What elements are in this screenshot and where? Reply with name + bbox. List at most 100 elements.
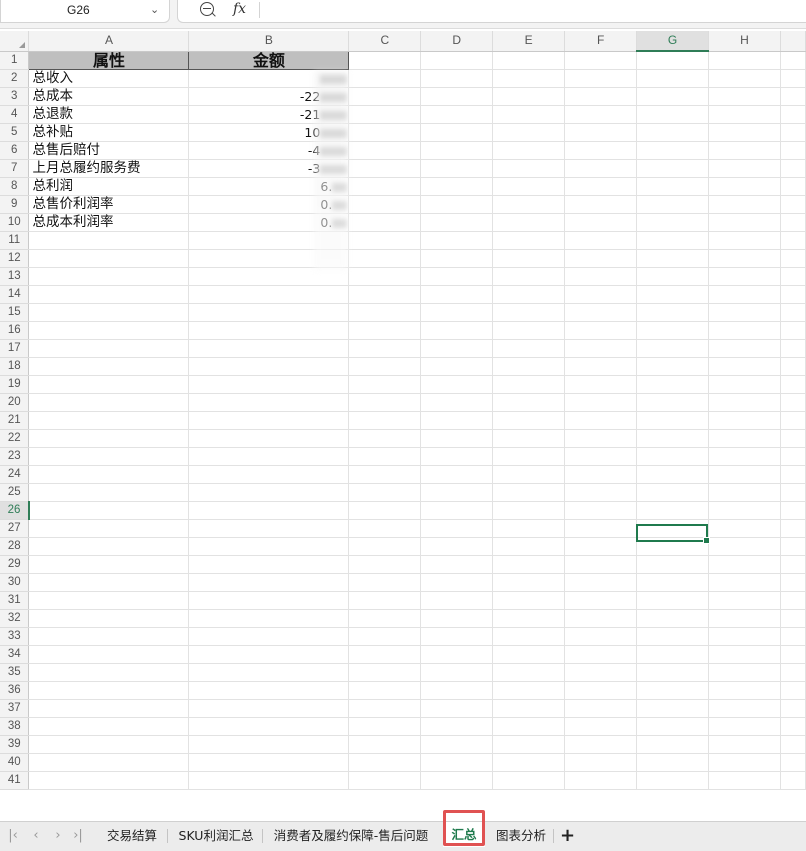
zoom-out-icon[interactable]: [200, 2, 214, 16]
row-header[interactable]: 29: [0, 555, 30, 574]
cell[interactable]: [492, 429, 566, 448]
row-header[interactable]: 19: [0, 375, 30, 394]
cell[interactable]: [492, 357, 566, 376]
cell[interactable]: [780, 537, 806, 556]
column-header-f[interactable]: F: [564, 31, 638, 52]
cell[interactable]: [188, 591, 350, 610]
cell[interactable]: [348, 231, 422, 250]
cell[interactable]: [564, 573, 638, 592]
cell[interactable]: [636, 141, 710, 160]
cell[interactable]: [28, 717, 190, 736]
cell[interactable]: [564, 51, 638, 70]
cell[interactable]: [564, 375, 638, 394]
cell[interactable]: [780, 321, 806, 340]
cell[interactable]: [708, 69, 781, 88]
cell[interactable]: [708, 393, 781, 412]
row-header[interactable]: 12: [0, 249, 30, 268]
column-header-a[interactable]: A: [28, 31, 190, 52]
cell[interactable]: [636, 591, 710, 610]
row-header[interactable]: 22: [0, 429, 30, 448]
cell[interactable]: [780, 267, 806, 286]
attribute-cell[interactable]: 总利润: [28, 177, 190, 196]
cell[interactable]: [708, 231, 781, 250]
cell[interactable]: [348, 573, 422, 592]
add-sheet-button[interactable]: +: [560, 825, 575, 846]
cell[interactable]: [420, 411, 494, 430]
cell[interactable]: [708, 159, 781, 178]
row-header[interactable]: 24: [0, 465, 30, 484]
cell[interactable]: [348, 627, 422, 646]
header-cell-amount[interactable]: 金额: [188, 50, 350, 70]
cell[interactable]: [28, 267, 190, 286]
cell[interactable]: [636, 123, 710, 142]
cell[interactable]: [492, 411, 566, 430]
cell[interactable]: [348, 159, 422, 178]
cell[interactable]: [708, 591, 781, 610]
cell[interactable]: [780, 213, 806, 232]
cell[interactable]: [780, 555, 806, 574]
cell[interactable]: [708, 195, 781, 214]
cell[interactable]: [188, 573, 350, 592]
cell[interactable]: [28, 339, 190, 358]
cell[interactable]: [420, 195, 494, 214]
cell[interactable]: [780, 375, 806, 394]
cell[interactable]: [348, 393, 422, 412]
cell[interactable]: [492, 681, 566, 700]
cell[interactable]: [708, 87, 781, 106]
cell[interactable]: [420, 699, 494, 718]
row-header[interactable]: 10: [0, 213, 30, 232]
cell[interactable]: [188, 555, 350, 574]
cell[interactable]: [708, 771, 781, 790]
cell[interactable]: [420, 339, 494, 358]
cell[interactable]: [420, 717, 494, 736]
cell[interactable]: [780, 393, 806, 412]
cell[interactable]: [420, 87, 494, 106]
cell[interactable]: [420, 69, 494, 88]
cell[interactable]: [564, 411, 638, 430]
cell[interactable]: [780, 249, 806, 268]
cell[interactable]: [348, 285, 422, 304]
cell[interactable]: [348, 699, 422, 718]
tab-jiaoyi-jiesuan[interactable]: 交易结算: [98, 826, 166, 846]
cell[interactable]: [780, 717, 806, 736]
cell[interactable]: [708, 213, 781, 232]
cell[interactable]: [492, 159, 566, 178]
cell[interactable]: [708, 321, 781, 340]
cell[interactable]: [636, 267, 710, 286]
cell[interactable]: [780, 483, 806, 502]
cell[interactable]: [708, 753, 781, 772]
cell[interactable]: [492, 771, 566, 790]
cell[interactable]: [780, 573, 806, 592]
cell[interactable]: [420, 249, 494, 268]
cell[interactable]: [188, 663, 350, 682]
cell[interactable]: [492, 609, 566, 628]
cell[interactable]: [420, 501, 494, 520]
cell[interactable]: [564, 663, 638, 682]
cell[interactable]: [492, 627, 566, 646]
cell[interactable]: [492, 177, 566, 196]
cell[interactable]: [564, 393, 638, 412]
cell[interactable]: [348, 249, 422, 268]
cell[interactable]: [348, 429, 422, 448]
cell[interactable]: [708, 51, 781, 70]
cell[interactable]: [188, 609, 350, 628]
row-header[interactable]: 14: [0, 285, 30, 304]
cell[interactable]: [420, 663, 494, 682]
cell[interactable]: [348, 213, 422, 232]
cell[interactable]: [188, 357, 350, 376]
row-header[interactable]: 39: [0, 735, 30, 754]
cell[interactable]: [28, 321, 190, 340]
cell[interactable]: [780, 69, 806, 88]
cell[interactable]: [708, 501, 781, 520]
cell[interactable]: [348, 339, 422, 358]
cell[interactable]: [636, 231, 710, 250]
cell[interactable]: [348, 735, 422, 754]
cell[interactable]: [636, 393, 710, 412]
last-sheet-icon[interactable]: ›|: [71, 828, 85, 843]
cell[interactable]: [420, 447, 494, 466]
cell[interactable]: [348, 141, 422, 160]
cell[interactable]: [636, 735, 710, 754]
cell[interactable]: [348, 123, 422, 142]
cell[interactable]: [492, 717, 566, 736]
cell[interactable]: [28, 555, 190, 574]
